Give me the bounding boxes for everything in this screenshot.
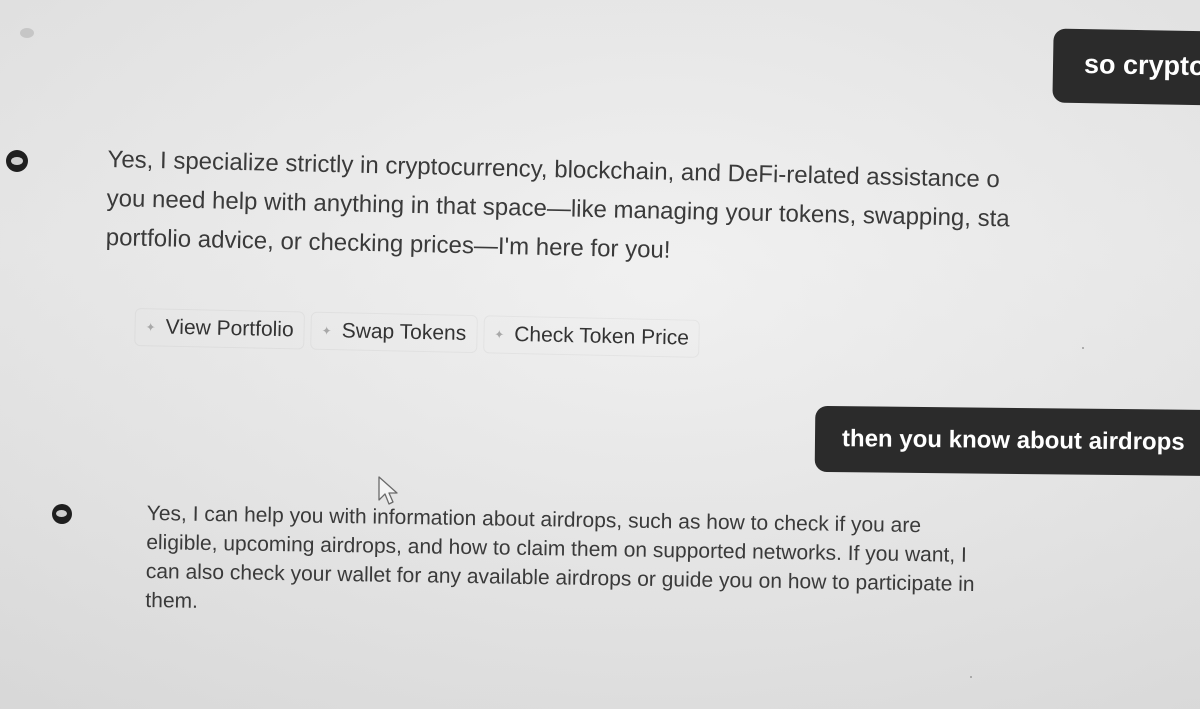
- suggestion-label: Swap Tokens: [341, 319, 467, 345]
- user-message-text: so crypto: [1083, 49, 1200, 82]
- sparkle-icon: ✦: [321, 323, 332, 339]
- assistant-message: Yes, I can help you with information abo…: [145, 499, 976, 628]
- assistant-message: Yes, I specialize strictly in cryptocurr…: [105, 140, 1011, 277]
- suggestion-view-portfolio-button[interactable]: ✦ View Portfolio: [134, 308, 306, 350]
- screen-dust: [1082, 347, 1084, 349]
- suggestion-label: Check Token Price: [514, 322, 690, 350]
- chat-window: so crypto Yes, I specialize strictly in …: [0, 0, 1200, 709]
- suggestion-chips: ✦ View Portfolio ✦ Swap Tokens ✦ Check T…: [134, 308, 701, 358]
- assistant-avatar-icon: [6, 150, 28, 172]
- user-message-text: then you know about airdrops: [841, 425, 1185, 456]
- suggestion-label: View Portfolio: [165, 315, 294, 342]
- screen-dust: [970, 676, 972, 678]
- suggestion-swap-tokens-button[interactable]: ✦ Swap Tokens: [310, 311, 478, 354]
- sparkle-icon: ✦: [494, 327, 505, 342]
- suggestion-check-token-price-button[interactable]: ✦ Check Token Price: [482, 315, 701, 358]
- user-message-bubble: then you know about airdrops: [814, 405, 1200, 477]
- assistant-avatar-icon: [52, 504, 72, 524]
- sparkle-icon: ✦: [145, 320, 156, 335]
- screen-smudge: [20, 28, 34, 38]
- user-message-bubble: so crypto: [1052, 28, 1200, 106]
